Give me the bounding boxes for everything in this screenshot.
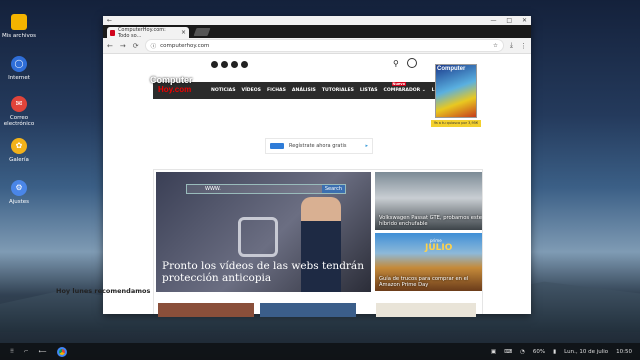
hero-article[interactable]: WWW. Search Pronto los vídeos de las web… — [156, 172, 371, 292]
nav-tutoriales[interactable]: TUTORIALES — [322, 88, 354, 93]
chrome-icon[interactable] — [56, 346, 67, 357]
magazine-cover[interactable]: Computer — [435, 64, 477, 118]
side-article-title[interactable]: Volkswagen Passat GTE, probamos este híb… — [379, 215, 482, 227]
battery-icon: ▮ — [553, 348, 557, 355]
site-logo[interactable]: Computer Hoy.com — [150, 76, 200, 98]
nav-noticias[interactable]: NOTICIAS — [211, 88, 236, 93]
recommended-thumb[interactable] — [260, 303, 356, 317]
screenshot-icon[interactable]: ▣ — [491, 349, 496, 355]
desktop-icon-label: Galería — [9, 157, 29, 163]
magazine-caption: Ya a tu quiosco por 3,95€ — [431, 120, 481, 127]
internet-icon: ◯ — [11, 56, 27, 72]
new-tab-button[interactable] — [193, 28, 211, 36]
browser-window: ← — □ ✕ ComputerHoy.com: Todo so... × ← … — [103, 16, 531, 314]
keyboard-icon[interactable]: ⌨ — [504, 349, 512, 355]
gallery-icon: ✿ — [11, 138, 27, 154]
nuevo-badge: Nuevo — [391, 82, 406, 86]
tab-computerhoy[interactable]: ComputerHoy.com: Todo so... × — [107, 26, 189, 39]
battery-percent: 60% — [532, 348, 546, 355]
site-nav: Computer Hoy.com NOTICIAS VÍDEOS FICHAS … — [150, 76, 471, 99]
wifi-icon[interactable]: ◔ — [520, 349, 525, 355]
site-search-icon[interactable]: ⚲ — [393, 59, 399, 68]
email-icon: ✉ — [11, 96, 27, 112]
user-icon[interactable] — [407, 58, 417, 68]
ad-text: Regístrate ahora gratis — [289, 143, 347, 149]
desktop-icon-internet[interactable]: ◯ Internet — [0, 56, 38, 81]
social-icons — [211, 61, 248, 68]
window-titlebar: ← — □ ✕ — [103, 16, 531, 25]
folder-icon — [11, 14, 27, 30]
hero-title[interactable]: Pronto los vídeos de las webs tendrán pr… — [162, 260, 371, 284]
desktop-icon-my-files[interactable]: Mis archivos — [0, 14, 38, 39]
nav-comparador[interactable]: Nuevo COMPARADOR ⌄ — [384, 82, 426, 93]
back-button[interactable]: ← — [107, 42, 113, 50]
url-text: computerhoy.com — [160, 42, 210, 49]
desktop-icon-label: Internet — [8, 75, 30, 81]
side-article-prime-day[interactable]: prime JULIO Guía de trucos para comprar … — [375, 233, 482, 291]
bookmark-star-icon[interactable]: ☆ — [493, 43, 498, 49]
back-nav-icon[interactable]: ⟵ — [39, 349, 47, 355]
nav-listas[interactable]: LISTAS — [360, 88, 378, 93]
info-icon: ⓘ — [150, 43, 157, 50]
desktop-icon-label: Correo electrónico — [3, 115, 35, 127]
browser-toolbar: ← → ⟳ ⓘ computerhoy.com ☆ ⤓ ⋮ — [103, 38, 531, 54]
date-text: Lun., 10 de julio — [564, 348, 609, 355]
desktop-icon-gallery[interactable]: ✿ Galería — [0, 138, 38, 163]
ad-banner[interactable]: Regístrate ahora gratis ▸ — [265, 138, 373, 154]
tab-title: ComputerHoy.com: Todo so... — [117, 26, 166, 39]
web-page: ⚲ Computer Hoy.com NOTICIAS VÍDEOS FICHA… — [103, 54, 531, 314]
side-article-title[interactable]: Guía de trucos para comprar en el Amazon… — [379, 276, 482, 288]
hero-image-search-button: Search — [321, 185, 345, 193]
hero-image-searchbar: WWW. Search — [186, 184, 346, 194]
pinterest-icon[interactable] — [231, 61, 238, 68]
download-icon[interactable]: ⤓ — [510, 41, 513, 50]
close-button[interactable]: ✕ — [522, 17, 527, 24]
lock-icon — [238, 217, 278, 257]
desktop-icon-email[interactable]: ✉ Correo electrónico — [0, 96, 38, 127]
close-tab-icon[interactable]: × — [181, 29, 186, 36]
address-bar[interactable]: ⓘ computerhoy.com ☆ — [145, 40, 503, 51]
recents-icon[interactable]: ⌐ — [24, 349, 29, 355]
menu-icon[interactable]: ⋮ — [520, 42, 527, 50]
recommended-thumb[interactable] — [376, 303, 476, 317]
ad-logo-icon — [270, 143, 284, 149]
gear-icon: ⚙ — [11, 180, 27, 196]
desktop-icon-label: Ajustes — [8, 199, 30, 205]
recommended-thumb[interactable] — [158, 303, 254, 317]
recommended-heading: Hoy lunes recomendamos — [56, 287, 151, 295]
back-arrow-icon[interactable]: ← — [107, 17, 112, 24]
tab-strip: ComputerHoy.com: Todo so... × — [103, 25, 531, 39]
desktop-icon-label: Mis archivos — [2, 33, 36, 39]
minimize-button[interactable]: — — [490, 17, 496, 24]
twitter-icon[interactable] — [211, 61, 218, 68]
maximize-button[interactable]: □ — [506, 17, 512, 24]
youtube-icon[interactable] — [241, 61, 248, 68]
forward-button[interactable]: → — [120, 42, 126, 50]
favicon-icon — [110, 29, 115, 36]
featured-section: WWW. Search Pronto los vídeos de las web… — [153, 169, 483, 314]
desktop-icon-settings[interactable]: ⚙ Ajustes — [0, 180, 38, 205]
reload-button[interactable]: ⟳ — [133, 42, 139, 50]
nav-videos[interactable]: VÍDEOS — [242, 88, 261, 93]
nav-fichas[interactable]: FICHAS — [267, 88, 286, 93]
taskbar: ⠿ ⌐ ⟵ ▣ ⌨ ◔ 60% ▮ Lun., 10 de julio 10:5… — [0, 343, 640, 360]
apps-grid-icon[interactable]: ⠿ — [10, 349, 14, 355]
nav-analisis[interactable]: ANÁLISIS — [292, 88, 316, 93]
time-text: 10:50 — [616, 348, 632, 355]
facebook-icon[interactable] — [221, 61, 228, 68]
side-article-volkswagen[interactable]: Volkswagen Passat GTE, probamos este híb… — [375, 172, 482, 230]
ad-choices-icon[interactable]: ▸ — [365, 143, 368, 149]
